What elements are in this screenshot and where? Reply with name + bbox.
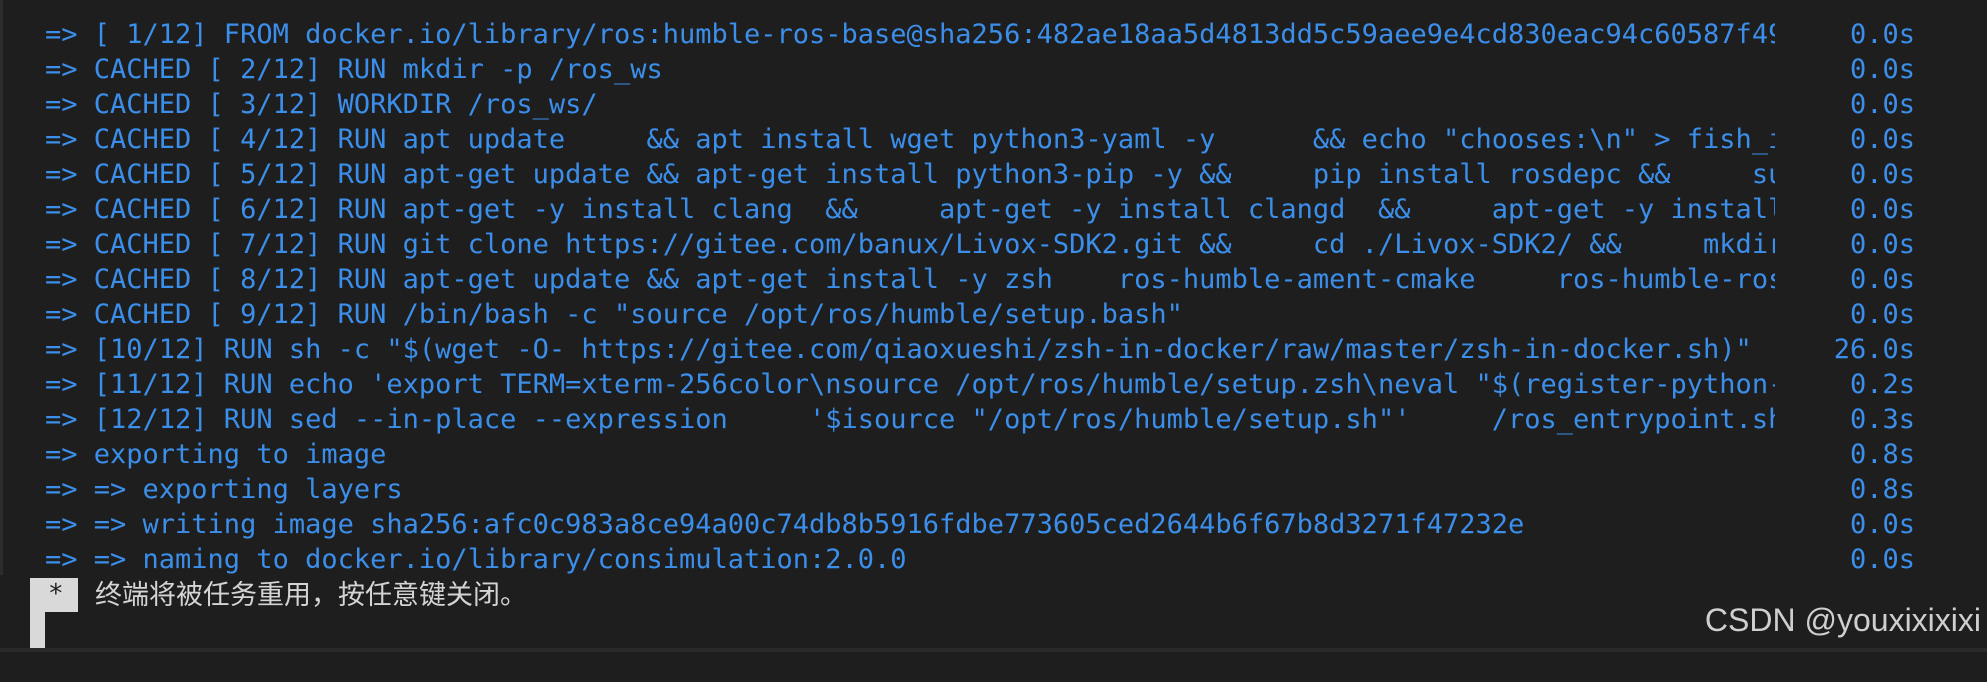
terminal-line: => [10/12] RUN sh -c "$(wget -O- https:/… xyxy=(45,332,1915,367)
terminal-line-time: 0.0s xyxy=(1849,509,1915,540)
terminal-line: => CACHED [ 8/12] RUN apt-get update && … xyxy=(45,262,1915,297)
watermark: CSDN @youxixixixi xyxy=(1704,602,1981,638)
terminal-line-time: 0.0s xyxy=(1849,19,1915,50)
terminal-line: => CACHED [ 9/12] RUN /bin/bash -c "sour… xyxy=(45,297,1915,332)
terminal-line-time: 0.0s xyxy=(1849,124,1915,155)
terminal-line: => CACHED [ 2/12] RUN mkdir -p /ros_ws 0… xyxy=(45,52,1915,87)
terminal-line-text: => exporting to image xyxy=(45,439,387,470)
terminal-line-text: => [12/12] RUN sed --in-place --expressi… xyxy=(45,404,1775,435)
terminal-line: => => writing image sha256:afc0c983a8ce9… xyxy=(45,507,1915,542)
terminal-footer-message: 终端将被任务重用，按任意键关闭。 xyxy=(95,580,527,611)
terminal-line-time: 0.2s xyxy=(1849,369,1915,400)
terminal-line-time: 0.3s xyxy=(1849,404,1915,435)
terminal-line-text: => CACHED [ 8/12] RUN apt-get update && … xyxy=(45,264,1775,295)
terminal-line: => CACHED [ 5/12] RUN apt-get update && … xyxy=(45,157,1915,192)
terminal-line-text: => [ 1/12] FROM docker.io/library/ros:hu… xyxy=(45,19,1775,50)
terminal-cursor-icon: * xyxy=(30,578,78,648)
terminal-line-text: => [10/12] RUN sh -c "$(wget -O- https:/… xyxy=(45,334,1752,365)
terminal-line-time: 0.0s xyxy=(1849,89,1915,120)
terminal-line-time: 0.0s xyxy=(1849,299,1915,330)
terminal-line: => CACHED [ 4/12] RUN apt update && apt … xyxy=(45,122,1915,157)
terminal-line-text: => => naming to docker.io/library/consim… xyxy=(45,544,907,575)
terminal-line-text: => CACHED [ 3/12] WORKDIR /ros_ws/ xyxy=(45,89,598,120)
terminal-line-time: 0.8s xyxy=(1849,439,1915,470)
terminal-line-time: 0.8s xyxy=(1849,474,1915,505)
terminal-line-text: => CACHED [ 5/12] RUN apt-get update && … xyxy=(45,159,1775,190)
terminal-line-time: 0.0s xyxy=(1849,264,1915,295)
terminal-line-time: 0.0s xyxy=(1849,54,1915,85)
terminal-line: => [12/12] RUN sed --in-place --expressi… xyxy=(45,402,1915,437)
terminal-line-text: => [11/12] RUN echo 'export TERM=xterm-2… xyxy=(45,369,1775,400)
terminal-line: => CACHED [ 7/12] RUN git clone https://… xyxy=(45,227,1915,262)
terminal-line-text: => => writing image sha256:afc0c983a8ce9… xyxy=(45,509,1525,540)
terminal-line-time: 26.0s xyxy=(1833,334,1915,365)
terminal-line-time: 0.0s xyxy=(1849,229,1915,260)
terminal-line: => [ 1/12] FROM docker.io/library/ros:hu… xyxy=(45,17,1915,52)
terminal-line-time: 0.0s xyxy=(1849,159,1915,190)
terminal-line: => CACHED [ 6/12] RUN apt-get -y install… xyxy=(45,192,1915,227)
terminal-panel[interactable]: => [ 1/12] FROM docker.io/library/ros:hu… xyxy=(0,0,1987,652)
terminal-line: => => naming to docker.io/library/consim… xyxy=(45,542,1915,577)
terminal-line-text: => CACHED [ 2/12] RUN mkdir -p /ros_ws xyxy=(45,54,663,85)
terminal-line: => CACHED [ 3/12] WORKDIR /ros_ws/ 0.0s xyxy=(45,87,1915,122)
terminal-left-border xyxy=(0,0,3,575)
terminal-bottom-border xyxy=(0,648,1987,652)
terminal-line: => [11/12] RUN echo 'export TERM=xterm-2… xyxy=(45,367,1915,402)
terminal-line: => exporting to image 0.8s xyxy=(45,437,1915,472)
terminal-line-text: => CACHED [ 7/12] RUN git clone https://… xyxy=(45,229,1775,260)
cursor-marker: * xyxy=(48,579,64,609)
terminal-line-time: 0.0s xyxy=(1849,544,1915,575)
terminal-line-text: => CACHED [ 4/12] RUN apt update && apt … xyxy=(45,124,1775,155)
terminal-line-text: => CACHED [ 9/12] RUN /bin/bash -c "sour… xyxy=(45,299,1183,330)
terminal-line-time: 0.0s xyxy=(1849,194,1915,225)
terminal-line: => => exporting layers 0.8s xyxy=(45,472,1915,507)
terminal-line-text: => => exporting layers xyxy=(45,474,403,505)
terminal-line-text: => CACHED [ 6/12] RUN apt-get -y install… xyxy=(45,194,1775,225)
